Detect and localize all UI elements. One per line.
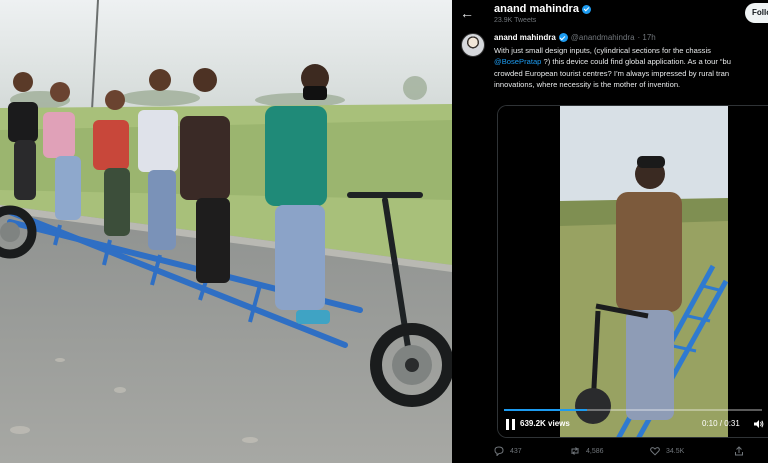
- pause-icon[interactable]: [506, 419, 515, 430]
- avatar[interactable]: [461, 33, 485, 57]
- share-action[interactable]: [734, 446, 744, 456]
- retweet-count: 4,586: [586, 447, 604, 455]
- tweet-author-name[interactable]: anand mahindra: [494, 33, 556, 42]
- reply-icon: [494, 446, 504, 456]
- view-count: 639.2K views: [520, 419, 570, 428]
- retweet-icon: [571, 447, 579, 455]
- account-name: anand mahindra: [494, 3, 591, 15]
- tweet-header: anand mahindra @anandmahindra · 17h: [494, 33, 656, 42]
- tweet-time[interactable]: · 17h: [638, 33, 656, 42]
- share-icon: [735, 446, 743, 456]
- mention-link[interactable]: @BosePratap: [494, 57, 541, 66]
- bicycle-photo: [0, 0, 452, 463]
- tweet-actions: 437 4,586 34.5K: [452, 440, 768, 463]
- tweet-line: innovations, where necessity is the moth…: [494, 80, 681, 90]
- profile-header: ← anand mahindra 23.9K Tweets Follow: [452, 0, 768, 30]
- like-count: 34.5K: [666, 447, 685, 455]
- verified-badge-icon: [581, 4, 591, 14]
- tweet-video[interactable]: 639.2K views 0:10 / 0:31: [497, 105, 768, 438]
- tweet-line: With just small design inputs, (cylindri…: [494, 46, 711, 55]
- tweet-count: 23.9K Tweets: [494, 17, 537, 24]
- follow-button[interactable]: Follow: [745, 3, 768, 23]
- video-controls: 639.2K views 0:10 / 0:31: [498, 407, 768, 437]
- reply-action[interactable]: 437: [494, 446, 522, 456]
- retweet-action[interactable]: 4,586: [570, 446, 604, 456]
- tweet-line: crowded European tourist centres? I’m al…: [494, 68, 730, 78]
- back-arrow-icon[interactable]: ←: [460, 6, 474, 20]
- heart-icon: [650, 447, 660, 456]
- tweet-author-handle[interactable]: @anandmahindra: [571, 33, 635, 42]
- tweet-text: With just small design inputs, (cylindri…: [494, 45, 768, 91]
- video-progress-fill: [504, 409, 587, 411]
- verified-badge-icon: [558, 33, 568, 42]
- video-progress-bar[interactable]: [504, 409, 762, 411]
- video-timecode: 0:10 / 0:31: [702, 419, 740, 428]
- volume-icon[interactable]: [754, 419, 764, 429]
- like-action[interactable]: 34.5K: [650, 446, 684, 456]
- account-name-text: anand mahindra: [494, 3, 579, 15]
- reply-count: 437: [510, 447, 522, 455]
- tweet-line: @BosePratap ?) this device could find gl…: [494, 57, 731, 67]
